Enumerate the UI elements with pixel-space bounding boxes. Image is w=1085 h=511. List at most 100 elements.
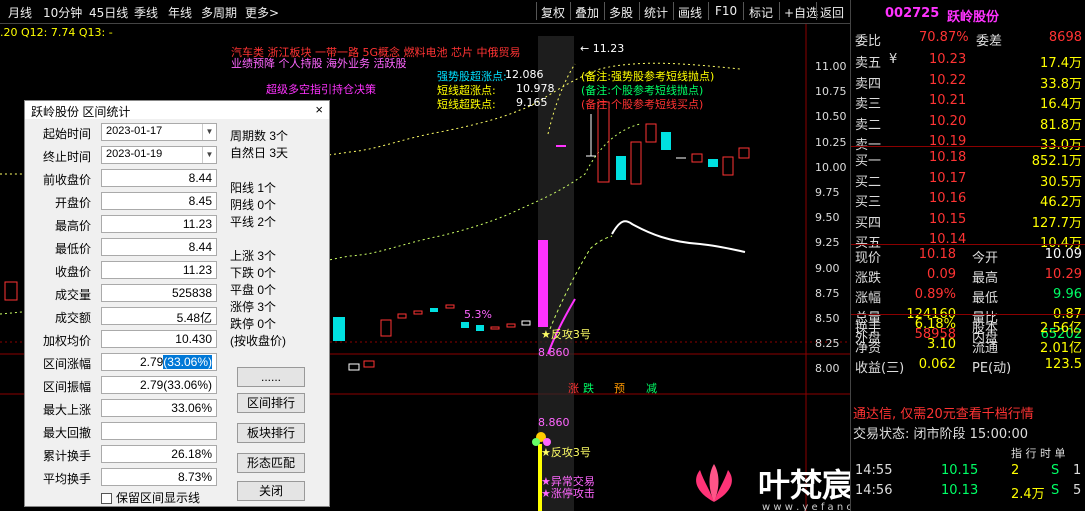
field-label: 起始时间 bbox=[42, 127, 91, 141]
close-icon[interactable]: × bbox=[315, 102, 323, 117]
restore-rights-button[interactable]: 复权 bbox=[541, 4, 565, 21]
stat-value: 123.5 bbox=[1044, 357, 1082, 372]
dialog-titlebar[interactable]: 跃岭股份 区间统计 × bbox=[25, 101, 329, 119]
candle bbox=[476, 325, 484, 331]
stat-field[interactable]: 33.06% bbox=[101, 399, 217, 417]
stat-field[interactable]: 5.48亿 bbox=[101, 307, 217, 325]
add-watchlist-button[interactable]: +自选 bbox=[784, 4, 818, 21]
stat-field[interactable]: 8.44 bbox=[101, 169, 217, 187]
start-date-select[interactable]: 2023-01-17 ▼ bbox=[101, 123, 217, 141]
field-label: 最高价 bbox=[54, 219, 91, 233]
book-price: 10.22 bbox=[929, 72, 967, 88]
candle bbox=[521, 320, 531, 326]
stat-value: 10.18 bbox=[918, 247, 956, 262]
bid-row[interactable]: 买四 10.15 127.7万 bbox=[851, 210, 1085, 231]
mark-button[interactable]: 标记 bbox=[749, 4, 773, 21]
statistics-button[interactable]: 统计 bbox=[644, 4, 668, 21]
book-label: 卖二 bbox=[855, 117, 882, 133]
candle bbox=[490, 326, 500, 330]
tab-yearly[interactable]: 年线 bbox=[168, 4, 192, 21]
multi-stock-button[interactable]: 多股 bbox=[609, 4, 633, 21]
stat-field[interactable]: 525838 bbox=[101, 284, 217, 302]
high-price-marker: ← 11.23 bbox=[580, 42, 625, 55]
stat-field[interactable]: 11.23 bbox=[101, 261, 217, 279]
field-label: 成交额 bbox=[54, 311, 91, 325]
field-label: 开盘价 bbox=[54, 196, 91, 210]
bid-row[interactable]: 买一 10.18 852.1万 bbox=[851, 148, 1085, 169]
tick-row: 14:55 10.15 2 S 1 bbox=[851, 461, 1085, 481]
keep-interval-checkbox[interactable]: 保留区间显示线 bbox=[101, 489, 200, 506]
field-label: 收盘价 bbox=[54, 265, 91, 279]
book-volume: 127.7万 bbox=[1031, 215, 1082, 231]
signal-note-3: (备注:个股参考短线买点) bbox=[581, 98, 704, 111]
ad-banner[interactable]: 通达信, 仅需20元查看千档行情 bbox=[853, 403, 1034, 422]
more-button[interactable]: ...... bbox=[237, 367, 305, 387]
tick-row: 14:56 10.13 2.4万 S 5 bbox=[851, 481, 1085, 502]
chevron-down-icon[interactable]: ▼ bbox=[202, 124, 216, 140]
price-axis-tick: 8.75 bbox=[815, 286, 840, 300]
stat-field[interactable]: 8.73% bbox=[101, 468, 217, 486]
stat-field[interactable]: 8.44 bbox=[101, 238, 217, 256]
tab-monthly[interactable]: 月线 bbox=[8, 4, 32, 21]
interval-stat: 平盘 0个 bbox=[230, 283, 277, 297]
candle bbox=[413, 310, 423, 315]
trade-status: 交易状态: 闭市阶段 15:00:00 bbox=[853, 427, 1029, 442]
end-date-select[interactable]: 2023-01-19 ▼ bbox=[101, 146, 217, 164]
toolbar-divider bbox=[779, 2, 780, 20]
stat-field[interactable]: 2.79(33.06%) bbox=[101, 376, 217, 394]
book-volume: 46.2万 bbox=[1040, 195, 1082, 211]
interval-stat: 跌停 0个 bbox=[230, 317, 277, 331]
weibi-label: 委比 bbox=[855, 34, 882, 49]
book-volume: 30.5万 bbox=[1040, 174, 1082, 190]
candle bbox=[430, 308, 438, 312]
stat-row: 换手 6.18% 股本 2.56亿 bbox=[851, 315, 1085, 336]
f10-button[interactable]: F10 bbox=[715, 4, 737, 18]
draw-line-button[interactable]: 画线 bbox=[678, 4, 702, 21]
tick-bs: S bbox=[1051, 483, 1060, 498]
book-price: 10.21 bbox=[929, 93, 967, 109]
ask-row[interactable]: 卖四 10.22 33.8万 bbox=[851, 71, 1085, 92]
interval-gain-field[interactable]: 2.79(33.06%) bbox=[101, 353, 217, 371]
book-volume: 81.8万 bbox=[1040, 117, 1082, 133]
tab-10min[interactable]: 10分钟 bbox=[43, 4, 82, 21]
sector-rank-button[interactable]: 板块排行 bbox=[237, 423, 305, 443]
panel-divider bbox=[851, 146, 1085, 147]
price-axis-tick: 11.00 bbox=[815, 60, 847, 73]
checkbox-box[interactable] bbox=[101, 493, 112, 505]
back-button[interactable]: 返回 bbox=[820, 4, 844, 21]
quote-panel: 002725 跃岭股份 委比 70.87% 委差 8698 卖五 ¥10.23 17… bbox=[850, 0, 1085, 511]
bid-row[interactable]: 买三 10.16 46.2万 bbox=[851, 189, 1085, 211]
period-toolbar: 月线 10分钟 45日线 季线 年线 多周期 更多> 复权 叠加 多股 统计 画… bbox=[0, 0, 850, 24]
bid-row[interactable]: 买二 10.17 30.5万 bbox=[851, 169, 1085, 190]
tab-multi-period[interactable]: 多周期 bbox=[201, 4, 237, 21]
ask-row[interactable]: 卖二 10.20 81.8万 bbox=[851, 112, 1085, 133]
stat-row: 涨幅 0.89% 最低 9.96 bbox=[851, 285, 1085, 306]
book-price: 10.17 bbox=[929, 170, 967, 186]
toolbar-divider bbox=[743, 2, 744, 20]
candle bbox=[380, 319, 392, 337]
tab-more[interactable]: 更多> bbox=[245, 4, 279, 21]
ask-row[interactable]: 卖五 ¥10.23 17.4万 bbox=[851, 50, 1085, 71]
tab-45day[interactable]: 45日线 bbox=[89, 4, 128, 21]
interval-stat: 周期数 3个 bbox=[230, 129, 289, 143]
book-volume: 17.4万 bbox=[1040, 56, 1082, 71]
field-label: 前收盘价 bbox=[42, 173, 91, 187]
stat-field[interactable]: 11.23 bbox=[101, 215, 217, 233]
stat-field[interactable]: 26.18% bbox=[101, 445, 217, 463]
price-axis-tick: 9.50 bbox=[815, 211, 840, 225]
tick-count: 5 bbox=[1073, 483, 1082, 498]
stat-field[interactable]: 8.45 bbox=[101, 192, 217, 210]
stat-field[interactable]: 10.430 bbox=[101, 330, 217, 348]
overlay-button[interactable]: 叠加 bbox=[575, 4, 599, 21]
date-value: 2023-01-17 bbox=[106, 125, 163, 137]
candle bbox=[461, 322, 469, 328]
stat-field[interactable] bbox=[101, 422, 217, 440]
tab-quarterly[interactable]: 季线 bbox=[134, 4, 158, 21]
pattern-match-button[interactable]: 形态匹配 bbox=[237, 453, 305, 473]
chevron-down-icon[interactable]: ▼ bbox=[202, 147, 216, 163]
field-value-selected: (33.06%) bbox=[163, 355, 212, 369]
interval-rank-button[interactable]: 区间排行 bbox=[237, 393, 305, 413]
toolbar-divider bbox=[673, 2, 674, 20]
close-button[interactable]: 关闭 bbox=[237, 481, 305, 501]
ask-row[interactable]: 卖三 10.21 16.4万 bbox=[851, 91, 1085, 112]
